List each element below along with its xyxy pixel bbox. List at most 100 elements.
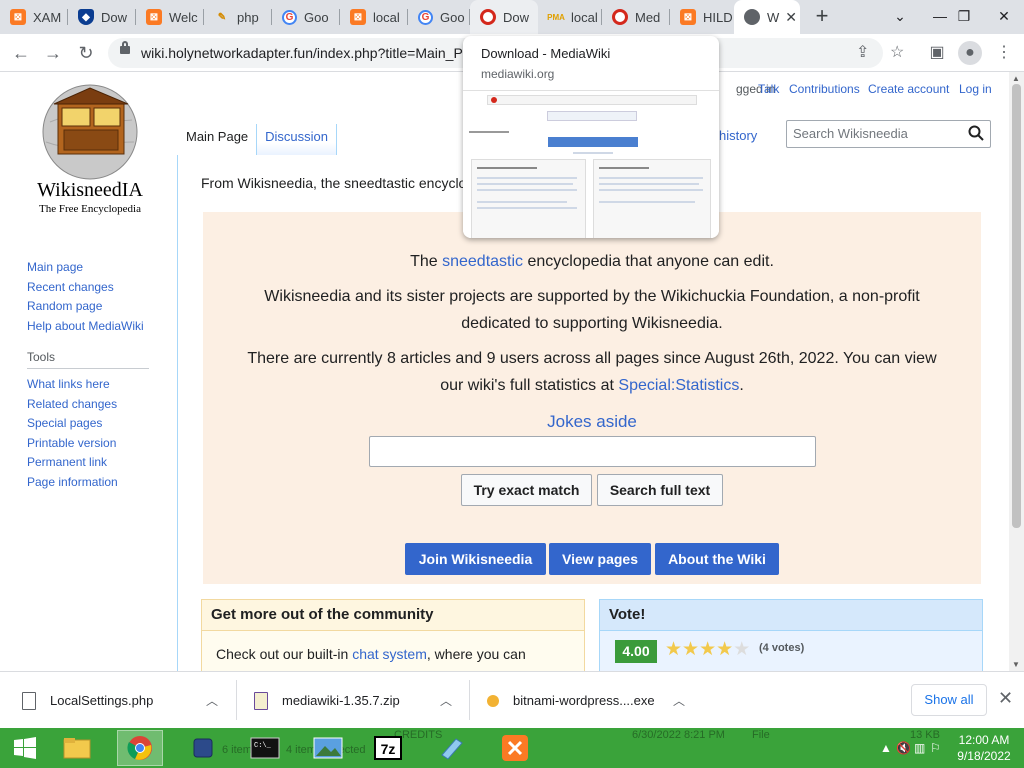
about-wiki-button[interactable]: About the Wiki (655, 543, 779, 575)
scrollbar-thumb[interactable] (1012, 84, 1021, 528)
menu-kebab-icon[interactable]: ⋮ (992, 41, 1016, 65)
browser-tab[interactable]: G Goo (408, 0, 470, 34)
jokes-search-input[interactable] (369, 436, 816, 467)
chevron-up-icon[interactable]: ︿ (440, 692, 452, 709)
tool-special-pages[interactable]: Special pages (27, 414, 118, 434)
share-icon[interactable]: ⇪ (856, 42, 869, 62)
tray-expand-icon[interactable]: ▲ (880, 741, 892, 755)
close-tab-icon[interactable]: ✕ (785, 9, 797, 26)
photo-viewer-icon[interactable] (305, 730, 351, 766)
forward-icon[interactable]: → (40, 40, 66, 66)
reload-icon[interactable]: ↻ (73, 40, 99, 66)
search-icon[interactable] (968, 125, 984, 141)
back-icon[interactable]: ← (8, 40, 34, 66)
xampp-control-icon[interactable] (492, 730, 538, 766)
view-pages-button[interactable]: View pages (549, 543, 651, 575)
star-empty-icon[interactable]: ★ (733, 639, 750, 660)
wiki-search-input[interactable]: Search Wikisneedia (786, 120, 991, 148)
create-account-link[interactable]: Create account (868, 82, 949, 96)
browser-tab[interactable]: ⊠ Welc (136, 0, 204, 34)
chevron-up-icon[interactable]: ︿ (206, 692, 218, 709)
tool-related-changes[interactable]: Related changes (27, 395, 118, 415)
tab-search-icon[interactable]: ⌄ (880, 0, 920, 34)
browser-tab[interactable]: G Goo (272, 0, 340, 34)
sidebar-item-recent-changes[interactable]: Recent changes (27, 278, 144, 298)
tab-main-page[interactable]: Main Page (178, 124, 258, 155)
browser-tab[interactable]: ⊠ HILD (670, 0, 734, 34)
volume-muted-icon[interactable]: 🔇 (896, 741, 911, 755)
restore-button[interactable]: ❐ (944, 0, 984, 34)
browser-tab[interactable]: Dow (470, 0, 538, 34)
show-all-downloads-button[interactable]: Show all (911, 684, 987, 716)
star-icon[interactable]: ★ (716, 639, 733, 660)
chat-system-link[interactable]: chat system (352, 646, 427, 662)
app-taskbar-icon[interactable] (180, 730, 226, 766)
star-icon[interactable]: ★ (665, 639, 682, 660)
xampp-icon: ⊠ (146, 9, 162, 25)
sidebar-item-random-page[interactable]: Random page (27, 297, 144, 317)
profile-avatar-icon[interactable]: ● (958, 41, 982, 65)
contributions-link[interactable]: Contributions (789, 82, 860, 96)
browser-tab[interactable]: ✎ php (204, 0, 272, 34)
url-text: wiki.holynetworkadapter.fun/index.php?ti… (141, 45, 463, 61)
action-center-icon[interactable]: ⚐ (930, 741, 941, 755)
browser-tab[interactable]: PMA local (538, 0, 602, 34)
network-icon[interactable]: ▥ (914, 741, 925, 755)
file-explorer-icon[interactable] (54, 730, 100, 766)
opera-icon (480, 9, 496, 25)
notepad-icon[interactable] (428, 730, 474, 766)
close-download-shelf-icon[interactable]: ✕ (998, 688, 1013, 709)
page-scrollbar[interactable]: ▲ ▼ (1009, 72, 1024, 671)
tool-printable-version[interactable]: Printable version (27, 434, 118, 454)
talk-link[interactable]: Talk (758, 82, 779, 96)
new-tab-button[interactable]: + (810, 5, 834, 29)
tab-hover-card: Download - MediaWiki mediawiki.org (463, 36, 719, 238)
browser-tab[interactable]: Med (602, 0, 670, 34)
scroll-down-icon[interactable]: ▼ (1012, 660, 1020, 669)
download-filename: mediawiki-1.35.7.zip (282, 693, 400, 708)
browser-tab[interactable]: ⊠ XAM (0, 0, 68, 34)
browser-tab-active[interactable]: W ✕ (734, 0, 800, 34)
scroll-up-icon[interactable]: ▲ (1012, 74, 1020, 83)
jokes-aside-heading[interactable]: Jokes aside (203, 408, 981, 435)
sidebar-item-help[interactable]: Help about MediaWiki (27, 317, 144, 337)
tool-page-information[interactable]: Page information (27, 473, 118, 493)
login-link[interactable]: Log in (959, 82, 992, 96)
wiki-sidebar: WikisneedIA The Free Encyclopedia Main p… (0, 72, 178, 671)
logo-globe-icon: WikisneedIA The Free Encyclopedia (37, 84, 143, 215)
google-icon: G (282, 9, 297, 25)
browser-tab[interactable]: ◆ Dow (68, 0, 136, 34)
sidebar-item-main-page[interactable]: Main page (27, 258, 144, 278)
sneedtastic-link[interactable]: sneedtastic (442, 253, 523, 270)
download-item[interactable]: LocalSettings.php ︿ (22, 672, 232, 729)
bookmark-star-icon[interactable]: ☆ (890, 42, 904, 62)
hovercard-preview (463, 90, 719, 238)
tab-discussion[interactable]: Discussion (257, 124, 338, 155)
download-item[interactable]: mediawiki-1.35.7.zip ︿ (254, 672, 464, 729)
star-icon[interactable]: ★ (682, 639, 699, 660)
close-window-button[interactable]: ✕ (984, 0, 1024, 34)
globe-icon (744, 9, 760, 25)
chrome-icon[interactable] (117, 730, 163, 766)
chevron-up-icon[interactable]: ︿ (673, 692, 685, 709)
star-icon[interactable]: ★ (699, 639, 716, 660)
join-wikisneedia-button[interactable]: Join Wikisneedia (405, 543, 546, 575)
sidepanel-icon[interactable]: ▣ (925, 41, 949, 65)
download-item[interactable]: bitnami-wordpress....exe ︿ (487, 672, 697, 729)
tool-what-links-here[interactable]: What links here (27, 375, 118, 395)
system-clock[interactable]: 12:00 AM 9/18/2022 (952, 732, 1016, 764)
star-rating[interactable]: ★★★★★ (665, 638, 750, 661)
welcome-line-2a: Wikisneedia and its sister projects are … (264, 288, 920, 305)
windows-logo-icon (14, 737, 36, 759)
tool-permanent-link[interactable]: Permanent link (27, 453, 118, 473)
svg-text:C:\_: C:\_ (254, 742, 272, 750)
browser-tab[interactable]: ⊠ local (340, 0, 408, 34)
start-button[interactable] (2, 730, 48, 766)
lock-icon (120, 41, 130, 54)
wiki-logo[interactable]: WikisneedIA The Free Encyclopedia (28, 84, 152, 219)
7zip-icon[interactable]: 7z (365, 730, 411, 766)
command-prompt-icon[interactable]: C:\_ (242, 730, 288, 766)
special-statistics-link[interactable]: Special:Statistics (618, 377, 739, 394)
search-full-text-button[interactable]: Search full text (597, 474, 723, 506)
try-exact-match-button[interactable]: Try exact match (461, 474, 592, 506)
